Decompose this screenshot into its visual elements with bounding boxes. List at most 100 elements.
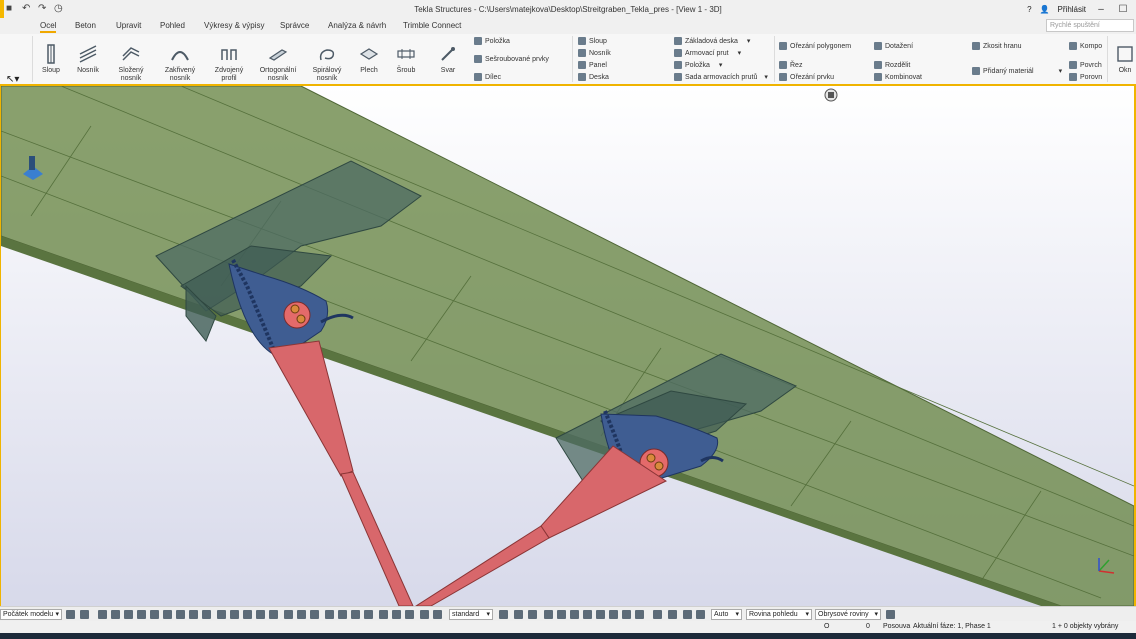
view-rotation-icon[interactable]	[824, 88, 838, 102]
concrete-beam-button[interactable]: Nosník	[578, 49, 611, 57]
help-button[interactable]: ?	[1027, 5, 1031, 14]
display-icon[interactable]	[886, 610, 895, 619]
history-icon[interactable]: ◷	[54, 4, 64, 14]
minimize-button[interactable]: –	[1094, 4, 1108, 15]
tab-upravit[interactable]: Upravit	[116, 21, 141, 30]
tab-analyza[interactable]: Analýza & návrh	[328, 21, 386, 30]
twin-profile-button[interactable]: Zdvojený profil	[210, 44, 248, 83]
triangle-icon[interactable]	[583, 610, 592, 619]
column-button[interactable]: Sloup	[37, 44, 65, 75]
snap-tool-icon[interactable]	[392, 610, 401, 619]
slab-button[interactable]: Deska	[578, 73, 609, 81]
select-component-icon[interactable]	[124, 610, 133, 619]
login-button[interactable]: Přihlásit	[1058, 5, 1086, 14]
component-button[interactable]: Kompo	[1069, 42, 1102, 50]
concrete-item-button[interactable]: Položka ▾	[674, 61, 722, 69]
snap-perpendicular-icon[interactable]	[269, 610, 278, 619]
spiral-beam-button[interactable]: Spirálový nosník	[308, 44, 346, 83]
outline-planes-select[interactable]: Obrysové roviny	[815, 609, 881, 620]
auto-select[interactable]: Auto	[711, 609, 742, 620]
standard-select[interactable]: standard	[449, 609, 493, 620]
select-grid-icon[interactable]	[189, 610, 198, 619]
point-icon[interactable]	[80, 610, 89, 619]
assembly-button[interactable]: Dílec	[474, 73, 501, 81]
undo-icon[interactable]: ↶	[22, 4, 32, 14]
line-tool-icon[interactable]	[609, 610, 618, 619]
view-plane-select[interactable]: Rovina pohledu	[746, 609, 812, 620]
copy-icon[interactable]	[668, 610, 677, 619]
snap-depth-icon[interactable]	[420, 610, 429, 619]
footing-slab-button[interactable]: Základová deska ▾	[674, 37, 750, 45]
polyline-icon[interactable]	[635, 610, 644, 619]
fit-button[interactable]: Dotažení	[874, 42, 913, 50]
compare-button[interactable]: Porovn	[1069, 73, 1102, 81]
panel-button[interactable]: Panel	[578, 61, 607, 69]
quick-launch-input[interactable]: Rychlé spuštění	[1046, 19, 1134, 32]
curved-beam-button[interactable]: Zakřivený nosník	[160, 44, 200, 83]
pick-icon[interactable]	[66, 610, 75, 619]
split-button[interactable]: Rozdělit	[874, 61, 910, 69]
snap-any-icon[interactable]	[310, 610, 319, 619]
save-icon[interactable]: ■	[6, 4, 16, 14]
snap-reference-icon[interactable]	[325, 610, 334, 619]
polygon-cut-button[interactable]: Ořezání polygonem	[779, 42, 851, 50]
select-plane-icon[interactable]	[202, 610, 211, 619]
combine-button[interactable]: Kombinovat	[874, 73, 922, 81]
bolt-button[interactable]: Šroub	[392, 44, 420, 75]
beam-button[interactable]: Nosník	[74, 44, 102, 75]
box-select-icon[interactable]	[544, 610, 553, 619]
select-cursor-icon[interactable]	[98, 610, 107, 619]
select-weld-icon[interactable]	[163, 610, 172, 619]
cross-icon[interactable]	[596, 610, 605, 619]
snap-nearest-icon[interactable]	[297, 610, 306, 619]
snap-free-icon[interactable]	[351, 610, 360, 619]
snap-line-icon[interactable]	[284, 610, 293, 619]
model-3d-view[interactable]	[1, 86, 1134, 606]
snap-end-icon[interactable]	[217, 610, 226, 619]
window-button[interactable]: Okn	[1114, 44, 1136, 75]
tab-beton[interactable]: Beton	[75, 21, 96, 30]
rebar-button[interactable]: Armovací prut ▾	[674, 49, 741, 57]
select-cut-icon[interactable]	[176, 610, 185, 619]
redo-icon[interactable]: ↷	[38, 4, 48, 14]
maximize-button[interactable]: ☐	[1116, 4, 1130, 15]
snap-zoom-icon[interactable]	[433, 610, 442, 619]
surface-button[interactable]: Povrch	[1069, 61, 1102, 69]
tab-vykresy[interactable]: Výkresy & výpisy	[204, 21, 264, 30]
tab-ocel[interactable]: Ocel	[40, 21, 57, 33]
snap-mid-icon[interactable]	[243, 610, 252, 619]
steel-item-button[interactable]: Položka	[474, 37, 510, 45]
line-cut-button[interactable]: Řez	[779, 61, 802, 69]
square-select-icon[interactable]	[557, 610, 566, 619]
rebar-set-button[interactable]: Sada armovacích prutů ▾	[674, 73, 768, 81]
3d-view-viewport[interactable]	[0, 86, 1136, 606]
arc-icon[interactable]	[622, 610, 631, 619]
weld-button[interactable]: Svar	[434, 44, 462, 75]
concrete-column-button[interactable]: Sloup	[578, 37, 607, 45]
eye-icon[interactable]	[528, 610, 537, 619]
snap-override-icon[interactable]	[405, 610, 414, 619]
user-icon[interactable]: 👤	[1040, 5, 1050, 14]
origin-select[interactable]: Počátek modelu	[0, 609, 62, 620]
polybeam-button[interactable]: Složený nosník	[112, 44, 150, 83]
circle-icon[interactable]	[570, 610, 579, 619]
settings-icon[interactable]	[499, 610, 508, 619]
part-cut-button[interactable]: Ořezání prvku	[779, 73, 834, 81]
select-arrow-icon[interactable]: ↖▾	[6, 74, 28, 85]
select-assembly-icon[interactable]	[137, 610, 146, 619]
tab-spravce[interactable]: Správce	[280, 21, 309, 30]
tab-pohled[interactable]: Pohled	[160, 21, 185, 30]
snap-geometry-icon[interactable]	[338, 610, 347, 619]
plate-button[interactable]: Plech	[355, 44, 383, 75]
lock-icon[interactable]	[653, 610, 662, 619]
select-bolt-icon[interactable]	[150, 610, 159, 619]
fill-icon[interactable]	[696, 610, 705, 619]
added-material-button[interactable]: Přidaný materiál ▾	[972, 67, 1062, 75]
chamfer-edge-button[interactable]: Zkosit hranu	[972, 42, 1022, 50]
snap-center-icon[interactable]	[230, 610, 239, 619]
visibility-icon[interactable]	[514, 610, 523, 619]
select-part-icon[interactable]	[111, 610, 120, 619]
orthogonal-beam-button[interactable]: Ortogonální nosník	[256, 44, 300, 83]
rect-icon[interactable]	[683, 610, 692, 619]
bolted-parts-button[interactable]: Sešroubované prvky	[474, 55, 549, 63]
